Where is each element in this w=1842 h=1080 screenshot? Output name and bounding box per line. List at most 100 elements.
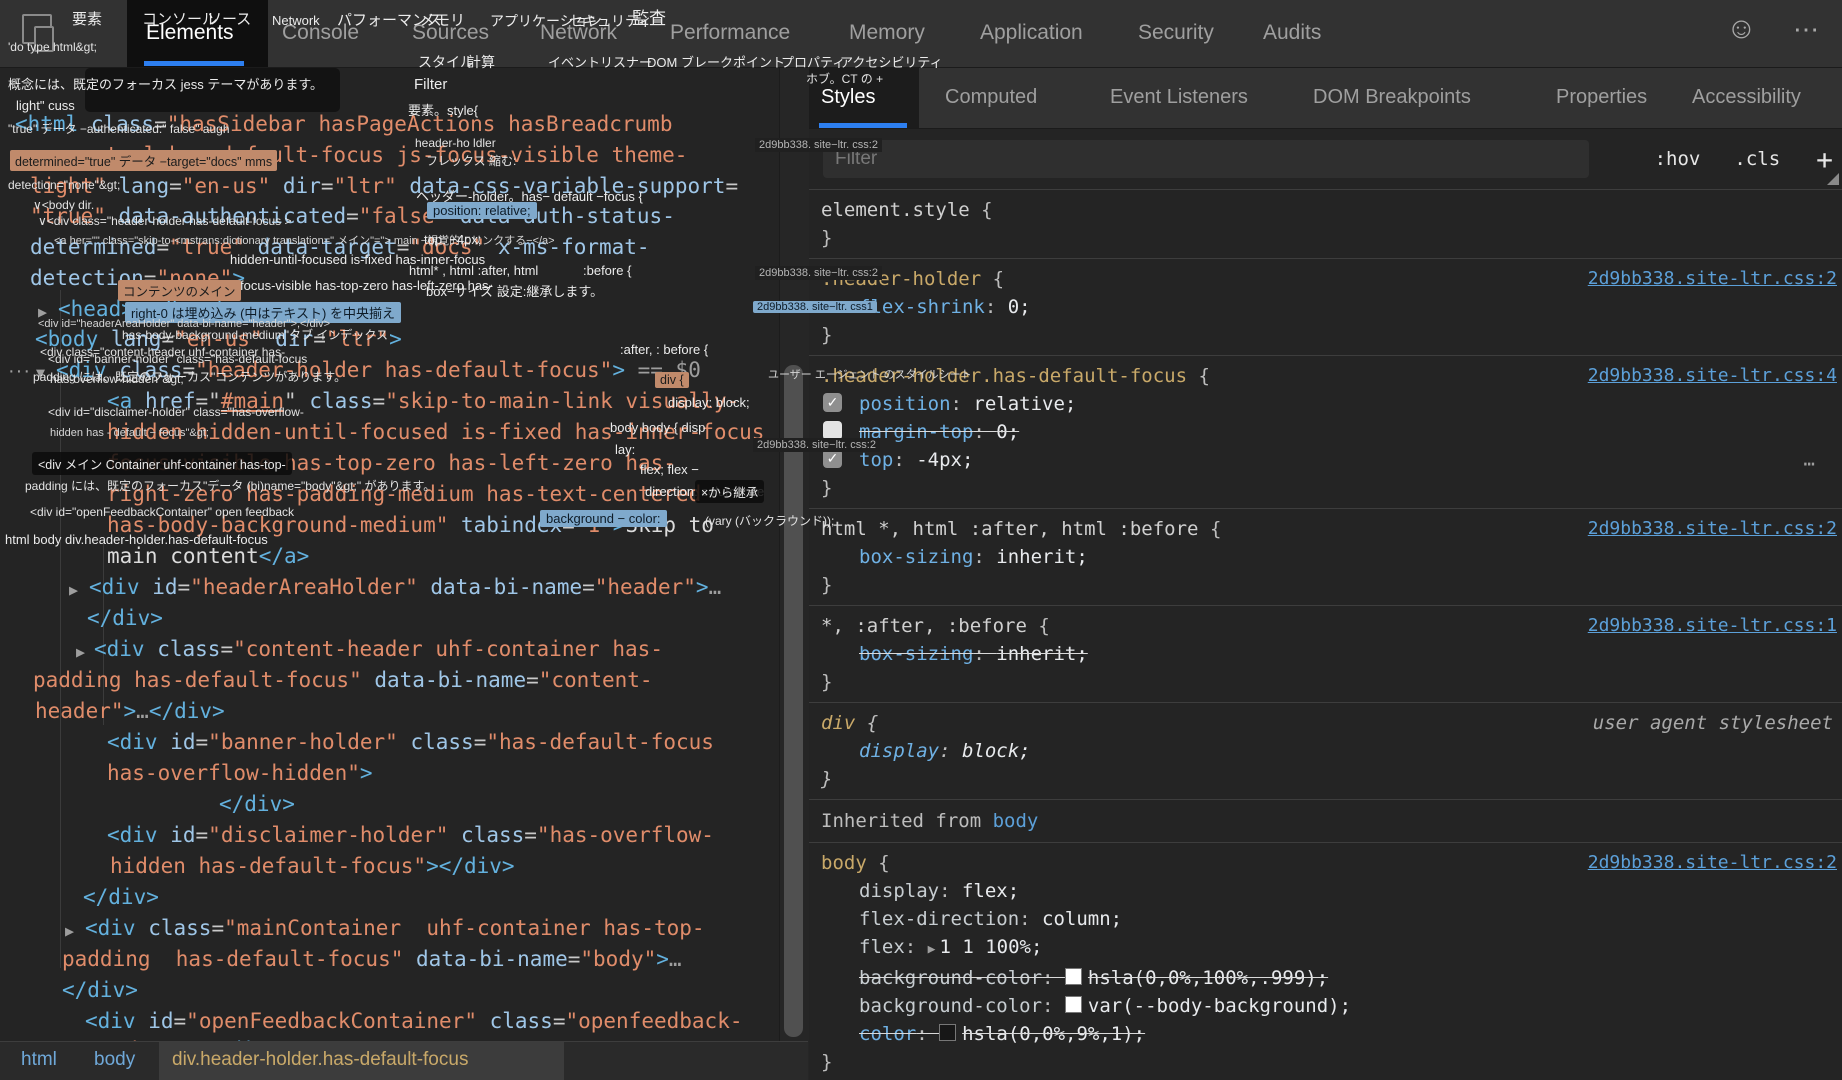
color-swatch[interactable] <box>1065 968 1082 985</box>
dom-tree-node[interactable]: </div> <box>83 885 159 909</box>
style-rule-div: user agent stylesheetdiv {display: block… <box>809 703 1842 800</box>
css-property-display[interactable]: display: flex; <box>809 877 1842 905</box>
new-style-rule-button[interactable]: + <box>1816 143 1833 176</box>
dom-tree-node[interactable]: <div id="openFeedbackContainer" class="o… <box>85 1009 743 1033</box>
styles-tab-computed[interactable]: Computed <box>945 86 1037 109</box>
tab-application[interactable]: Application <box>980 21 1083 45</box>
rule-selector[interactable]: 2d9bb338.site-ltr.css:1*, :after, :befor… <box>809 612 1842 640</box>
dom-token: "has-default-focus <box>486 730 714 754</box>
more-properties-icon[interactable]: ⋯ <box>1804 450 1817 478</box>
feedback-smiley-icon[interactable]: ☺ <box>1726 12 1757 46</box>
stylesheet-source-link[interactable]: 2d9bb338.site-ltr.css:2 <box>1588 265 1837 293</box>
scrollbar-thumb[interactable] <box>784 365 803 1037</box>
dom-tree-node[interactable]: </div> <box>87 606 163 630</box>
css-property-background-color[interactable]: background-color: hsla(0,0%,100%,.999); <box>809 964 1842 992</box>
inherited-target-link[interactable]: body <box>993 810 1039 832</box>
dom-tree-node[interactable]: hidden has-default-focus"></div> <box>110 854 515 878</box>
css-property-background-color[interactable]: background-color: var(--body-background)… <box>809 992 1842 1020</box>
dom-tree-node[interactable]: padding has-default-focus" data-bi-name=… <box>33 668 653 692</box>
dom-token: "ltr" <box>334 174 410 198</box>
styles-tab-styles[interactable]: Styles <box>821 86 875 109</box>
more-options-icon[interactable]: ⋯ <box>1793 14 1821 45</box>
styles-tab-event-listeners[interactable]: Event Listeners <box>1110 86 1248 109</box>
color-swatch[interactable] <box>1065 996 1082 1013</box>
style-rule-sections: element.style {} 2d9bb338.site-ltr.css:2.… <box>809 190 1842 1080</box>
dom-token: > <box>612 358 625 382</box>
stylesheet-source-link[interactable]: 2d9bb338.site-ltr.css:2 <box>1588 849 1837 877</box>
dom-token: … <box>669 947 682 971</box>
breadcrumb-body[interactable]: body <box>94 1049 135 1071</box>
property-name: top <box>859 449 893 471</box>
collapsed-arrow-icon[interactable]: ▶ <box>76 640 85 664</box>
dom-token: data-bi-name <box>374 668 526 692</box>
breadcrumb-html[interactable]: html <box>21 1049 57 1071</box>
dom-tree-node[interactable]: <div id="disclaimer-holder" class="has-o… <box>107 823 714 847</box>
dom-tree-node[interactable]: ▶<div class="content-header uhf-containe… <box>94 637 663 661</box>
translation-annotation: top: −4px; <box>424 232 481 247</box>
styles-filter-input[interactable] <box>823 140 1589 178</box>
css-property-position[interactable]: ✓position: relative; <box>809 390 1842 418</box>
rule-selector[interactable]: 2d9bb338.site-ltr.css:2body { <box>809 849 1842 877</box>
dom-token: padding has-default-focus" <box>62 947 416 971</box>
dom-tree-node[interactable]: ▶<div class="mainContainer uhf-container… <box>85 916 705 940</box>
stylesheet-source-link[interactable]: 2d9bb338.site-ltr.css:1 <box>1588 612 1837 640</box>
translation-annotation: (vary (バックラウンド)); <box>705 512 834 529</box>
dom-token: id <box>170 730 195 754</box>
dom-tree-node[interactable]: has-overflow-hidden"> <box>107 761 373 785</box>
tab-security[interactable]: Security <box>1138 21 1214 45</box>
css-property-flex[interactable]: flex: ▶1 1 100%; <box>809 933 1842 964</box>
tab-performance[interactable]: Performance <box>670 21 790 45</box>
dom-tree-node[interactable]: </div> <box>62 978 138 1002</box>
tab-audits[interactable]: Audits <box>1263 21 1321 45</box>
styles-tab-properties[interactable]: Properties <box>1556 86 1647 109</box>
translation-annotation: determined="true" データ −target="docs" mms <box>10 150 277 171</box>
property-value: 1 1 100%; <box>939 936 1042 958</box>
tab-memory[interactable]: Memory <box>849 21 925 45</box>
dom-panel-scrollbar[interactable] <box>779 67 809 1080</box>
translation-annotation: ホブ。CT の + <box>806 70 883 87</box>
dom-token: = <box>582 575 595 599</box>
css-property-color[interactable]: color: hsla(0,0%,9%,1); <box>809 1020 1842 1048</box>
property-value: -4px; <box>916 449 973 471</box>
toggle-class-button[interactable]: .cls <box>1734 148 1780 170</box>
translation-annotation: <div id="openFeedbackContainer" open fee… <box>30 505 294 519</box>
closing-brace: } <box>809 224 1842 252</box>
css-property-top[interactable]: ✓top: -4px; <box>809 446 1842 474</box>
css-property-margin-top[interactable]: ✓margin-top: 0; <box>809 418 1842 446</box>
stylesheet-source-link[interactable]: 2d9bb338.site-ltr.css:4 <box>1588 362 1837 390</box>
property-name: box-sizing <box>859 643 973 665</box>
indent-guide <box>103 540 104 725</box>
dom-tree-node[interactable]: main content</a> <box>107 544 309 568</box>
toggle-hover-state-button[interactable]: :hov <box>1655 148 1701 170</box>
breadcrumb-active[interactable]: div.header-holder.has-default-focus <box>172 1049 468 1071</box>
collapsed-arrow-icon[interactable]: ▶ <box>69 578 78 602</box>
dom-token: > <box>696 575 709 599</box>
css-property-box-sizing[interactable]: box-sizing: inherit; <box>809 640 1842 668</box>
dom-token: = <box>321 174 334 198</box>
rule-selector[interactable]: 2d9bb338.site-ltr.css:2.header-holder { <box>809 265 1842 293</box>
css-property-box-sizing[interactable]: box-sizing: inherit; <box>809 543 1842 571</box>
css-property-display[interactable]: display: block; <box>809 737 1842 765</box>
stylesheet-source-link[interactable]: 2d9bb338.site-ltr.css:2 <box>1588 515 1837 543</box>
dom-token: <div <box>85 1009 148 1033</box>
css-property-flex-shrink[interactable]: flex-shrink: 0; <box>809 293 1842 321</box>
css-property-flex-direction[interactable]: flex-direction: column; <box>809 905 1842 933</box>
dom-tree-node[interactable]: ▶<div id="headerAreaHolder" data-bi-name… <box>89 575 721 599</box>
styles-tab-accessibility[interactable]: Accessibility <box>1692 86 1801 109</box>
rule-selector[interactable]: element.style { <box>809 196 1842 224</box>
dom-token: padding has-default-focus" <box>33 668 374 692</box>
color-swatch[interactable] <box>939 1024 956 1041</box>
dom-token: = <box>526 668 539 692</box>
collapsed-arrow-icon[interactable]: ▶ <box>65 919 74 943</box>
dom-tree-node[interactable]: </div> <box>219 792 295 816</box>
expand-value-arrow-icon[interactable]: ▶ <box>928 942 936 957</box>
property-name: flex-shrink <box>859 296 985 318</box>
rule-selector[interactable]: user agent stylesheetdiv { <box>809 709 1842 737</box>
styles-tab-dom-breakpoints[interactable]: DOM Breakpoints <box>1313 86 1471 109</box>
dom-tree-node[interactable]: padding has-default-focus" data-bi-name=… <box>62 947 682 971</box>
dom-tree-node[interactable]: <div id="banner-holder" class="has-defau… <box>107 730 714 754</box>
dom-token: = <box>373 389 386 413</box>
rule-selector[interactable]: 2d9bb338.site-ltr.css:2html *, html :aft… <box>809 515 1842 543</box>
dom-tree-node[interactable]: header">…</div> <box>35 699 225 723</box>
property-checkbox-checked[interactable]: ✓ <box>823 393 842 412</box>
